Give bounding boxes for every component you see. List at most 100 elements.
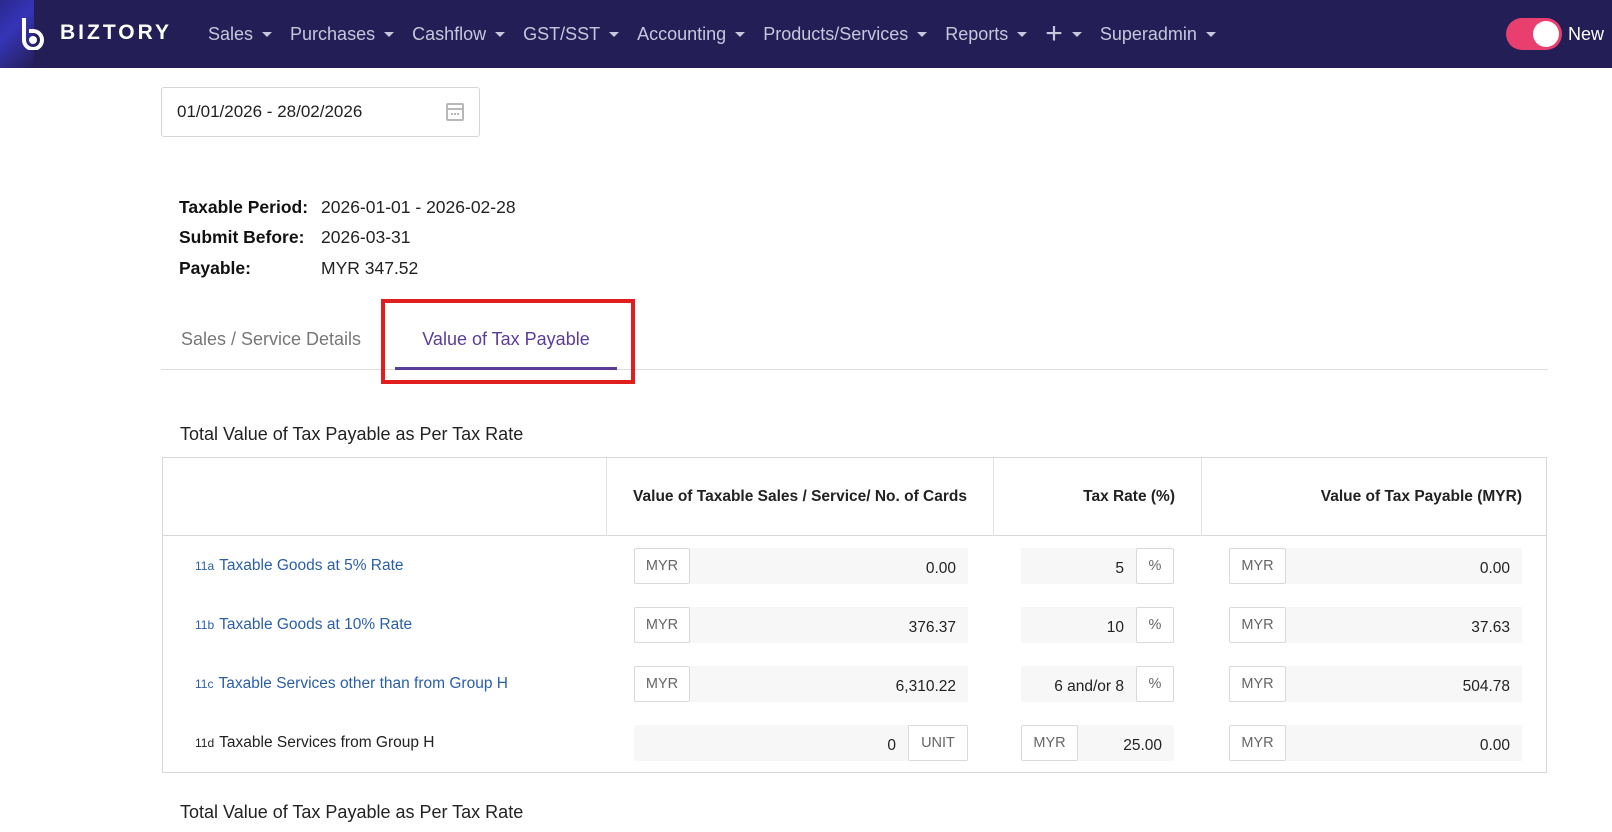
row-label: Taxable Goods at 10% Rate — [219, 615, 413, 633]
chevron-down-icon — [609, 31, 620, 37]
header-label-column — [163, 458, 606, 536]
taxable-value-input[interactable]: 0.00 — [690, 548, 968, 584]
row-code: 11b — [195, 617, 215, 632]
taxable-value-field: MYR 0.00 — [634, 548, 968, 584]
new-ui-toggle-group: New — [1505, 18, 1604, 50]
currency-addon: MYR — [634, 666, 690, 702]
chevron-down-icon — [495, 31, 506, 37]
taxable-period-label: Taxable Period: — [179, 196, 309, 217]
chevron-down-icon — [735, 31, 746, 37]
header-tax-payable: Value of Tax Payable (MYR) — [1201, 458, 1548, 536]
row-label: Taxable Services from Group H — [219, 733, 435, 751]
chevron-down-icon — [262, 31, 273, 37]
nav-item-products-services[interactable]: Products/Services — [763, 24, 928, 45]
nav-item-gst-sst[interactable]: GST/SST — [523, 23, 620, 45]
table-row: 11c Taxable Services other than from Gro… — [163, 654, 1546, 713]
nav-item-sales[interactable]: Sales — [208, 23, 273, 45]
chevron-down-icon — [1071, 31, 1082, 37]
tax-payable-field: MYR 0.00 — [1229, 725, 1522, 761]
row-link-11b[interactable]: 11b Taxable Goods at 10% Rate — [195, 595, 412, 654]
top-navbar: BIZTORY Sales Purchases Cashflow GST/SST… — [0, 0, 1612, 68]
annotation-highlight-box — [381, 299, 635, 384]
tax-payable-input[interactable]: 0.00 — [1286, 548, 1522, 584]
table-header: Value of Taxable Sales / Service/ No. of… — [163, 458, 1546, 536]
taxable-value-field: MYR 376.37 — [634, 607, 968, 643]
tax-payable-input[interactable]: 37.63 — [1286, 607, 1522, 643]
chevron-down-icon — [1017, 31, 1028, 37]
taxable-period-value: 2026-01-01 - 2026-02-28 — [321, 196, 516, 217]
chevron-down-icon — [1205, 31, 1216, 37]
payable-label: Payable: — [179, 257, 251, 278]
nav-item-label: Accounting — [637, 23, 727, 44]
plus-icon: + — [1045, 17, 1063, 50]
percent-addon: % — [1136, 666, 1174, 702]
tax-rate-input[interactable]: 25.00 — [1078, 725, 1174, 761]
nav-item-reports[interactable]: Reports — [945, 23, 1028, 45]
tab-bar: Sales / Service Details Value of Tax Pay… — [161, 309, 1548, 370]
biztory-logo-icon — [22, 18, 44, 50]
tab-sales-service-details[interactable]: Sales / Service Details — [171, 309, 371, 369]
new-ui-toggle[interactable] — [1505, 18, 1562, 50]
tax-rate-field: 10 % — [1021, 607, 1174, 643]
currency-addon: MYR — [1229, 725, 1286, 761]
percent-addon: % — [1136, 548, 1174, 584]
tax-payable-input[interactable]: 0.00 — [1286, 725, 1522, 761]
table-row: 11b Taxable Goods at 10% Rate MYR 376.37… — [163, 595, 1546, 654]
tax-payable-field: MYR 37.63 — [1229, 607, 1522, 643]
currency-addon: MYR — [1229, 607, 1286, 643]
tax-rate-field: MYR 25.00 — [1021, 725, 1174, 761]
nav-item-accounting[interactable]: Accounting — [637, 23, 746, 45]
table-row: 11a Taxable Goods at 5% Rate MYR 0.00 5 … — [163, 536, 1546, 595]
section-title-2: Total Value of Tax Payable as Per Tax Ra… — [180, 802, 524, 822]
calendar-icon[interactable] — [446, 103, 464, 121]
nav-item-cashflow[interactable]: Cashflow — [412, 23, 506, 45]
tax-rate-field: 6 and/or 8 % — [1021, 666, 1174, 702]
nav-item-label: GST/SST — [523, 23, 601, 44]
row-code: 11d — [195, 735, 215, 750]
currency-addon: MYR — [634, 548, 690, 584]
row-link-11c[interactable]: 11c Taxable Services other than from Gro… — [195, 654, 508, 713]
main-nav: Sales Purchases Cashflow GST/SST Account… — [208, 0, 1234, 68]
toggle-knob — [1532, 21, 1559, 47]
chevron-down-icon — [917, 31, 928, 37]
date-range-value: 01/01/2026 - 28/02/2026 — [177, 102, 363, 121]
nav-item-create[interactable]: + — [1045, 17, 1082, 50]
row-label-11d: 11d Taxable Services from Group H — [195, 713, 435, 772]
row-label: Taxable Services other than from Group H — [218, 674, 508, 692]
nav-item-label: Sales — [208, 23, 254, 44]
summary-row-submit-before: Submit Before: 2026-03-31 — [179, 223, 516, 254]
date-range-picker[interactable]: 01/01/2026 - 28/02/2026 — [161, 87, 480, 137]
percent-addon: % — [1136, 607, 1174, 643]
submit-before-label: Submit Before: — [179, 227, 305, 248]
card-count-field: 0 UNIT — [634, 725, 968, 761]
summary-row-taxable-period: Taxable Period: 2026-01-01 - 2026-02-28 — [179, 192, 516, 223]
row-code: 11a — [195, 558, 215, 573]
currency-addon: MYR — [1229, 548, 1286, 584]
nav-item-user-menu[interactable]: Superadmin — [1100, 24, 1216, 45]
app-name: BIZTORY — [60, 21, 173, 44]
toggle-label: New — [1567, 23, 1604, 44]
tax-payable-field: MYR 504.78 — [1229, 666, 1522, 702]
chevron-down-icon — [384, 31, 395, 37]
nav-item-label: Purchases — [290, 23, 376, 44]
taxable-value-input[interactable]: 6,310.22 — [690, 666, 968, 702]
section-title: Total Value of Tax Payable as Per Tax Ra… — [180, 424, 524, 444]
nav-item-label: Reports — [945, 23, 1009, 44]
tax-rate-input[interactable]: 5 — [1021, 548, 1136, 584]
return-summary: Taxable Period: 2026-01-01 - 2026-02-28 … — [179, 192, 516, 284]
tax-rate-field: 5 % — [1021, 548, 1174, 584]
header-tax-rate: Tax Rate (%) — [993, 458, 1201, 536]
table-row: 11d Taxable Services from Group H 0 UNIT… — [163, 713, 1546, 772]
tax-payable-field: MYR 0.00 — [1229, 548, 1522, 584]
currency-addon: MYR — [1229, 666, 1286, 702]
tax-rate-input[interactable]: 10 — [1021, 607, 1136, 643]
tax-payable-input[interactable]: 504.78 — [1286, 666, 1522, 702]
card-count-input[interactable]: 0 — [634, 725, 908, 761]
row-link-11a[interactable]: 11a Taxable Goods at 5% Rate — [195, 536, 404, 595]
tax-rate-input[interactable]: 6 and/or 8 — [1021, 666, 1136, 702]
app-logo[interactable]: BIZTORY — [18, 16, 172, 50]
taxable-value-input[interactable]: 376.37 — [690, 607, 968, 643]
nav-item-purchases[interactable]: Purchases — [290, 23, 395, 45]
user-name: Superadmin — [1099, 23, 1197, 44]
nav-item-label: Cashflow — [412, 23, 487, 44]
